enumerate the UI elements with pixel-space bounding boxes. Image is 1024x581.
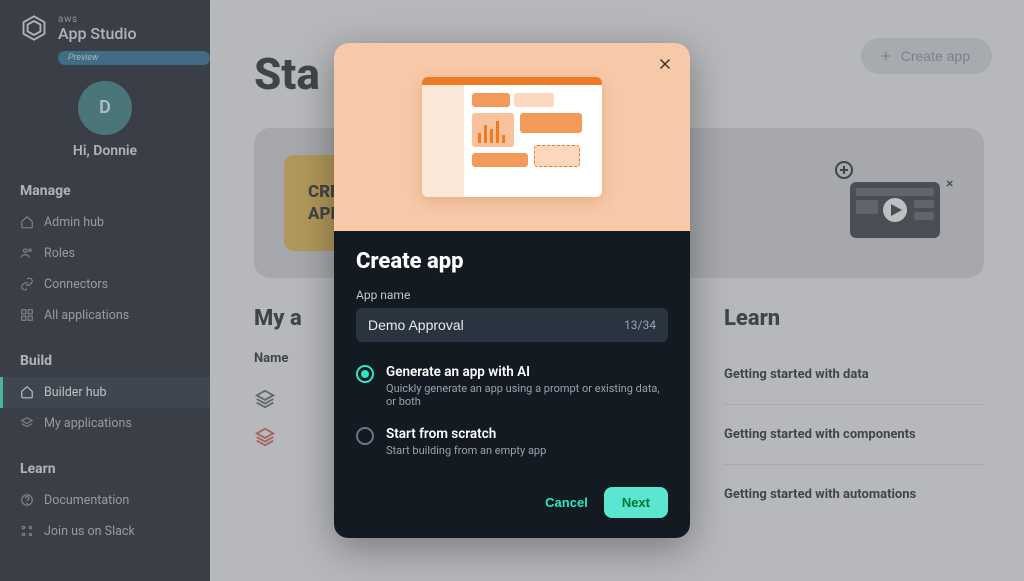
radio-icon [356, 365, 374, 383]
modal-title: Create app [356, 249, 668, 274]
next-button[interactable]: Next [604, 487, 668, 518]
modal-hero-graphic [334, 43, 690, 231]
option-generate-ai[interactable]: Generate an app with AI Quickly generate… [356, 358, 668, 420]
app-name-label: App name [356, 288, 668, 302]
option-title: Generate an app with AI [386, 364, 668, 380]
radio-icon [356, 427, 374, 445]
option-sub: Start building from an empty app [386, 444, 546, 457]
char-count: 13/34 [624, 318, 656, 332]
close-icon[interactable] [656, 55, 676, 75]
app-mockup-illustration [422, 77, 602, 197]
modal-overlay[interactable]: Create app App name 13/34 Generate an ap… [0, 0, 1024, 581]
create-app-modal: Create app App name 13/34 Generate an ap… [334, 43, 690, 538]
cancel-button[interactable]: Cancel [545, 495, 588, 510]
option-title: Start from scratch [386, 426, 546, 442]
app-name-input[interactable] [368, 317, 624, 333]
option-start-scratch[interactable]: Start from scratch Start building from a… [356, 420, 668, 469]
app-name-input-wrap[interactable]: 13/34 [356, 308, 668, 342]
option-sub: Quickly generate an app using a prompt o… [386, 382, 668, 408]
